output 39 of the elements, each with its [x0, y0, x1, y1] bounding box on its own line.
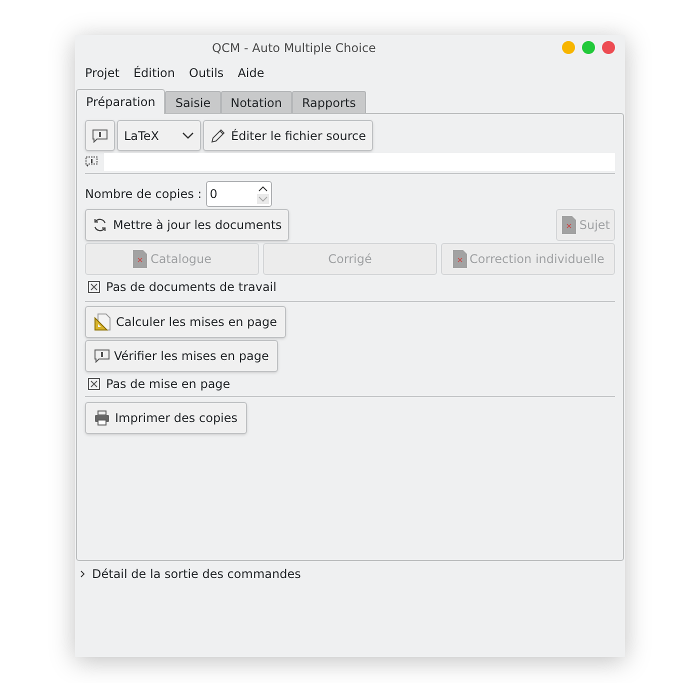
- format-value: LaTeX: [124, 128, 159, 144]
- info-button[interactable]: [85, 120, 115, 151]
- menu-item[interactable]: Projet: [78, 64, 126, 82]
- update-documents-button[interactable]: Mettre à jour les documents: [85, 209, 289, 241]
- edit-source-button[interactable]: Éditer le fichier source: [203, 120, 373, 151]
- comment-info-icon: [94, 349, 110, 363]
- refresh-icon: [92, 217, 108, 233]
- check-layouts-button[interactable]: Vérifier les mises en page: [85, 340, 278, 372]
- calculate-layouts-button[interactable]: Calculer les mises en page: [85, 306, 286, 338]
- chevron-right-icon: [79, 570, 87, 578]
- copies-value: 0: [210, 186, 218, 203]
- format-dropdown[interactable]: LaTeX: [117, 120, 201, 151]
- maximize-button[interactable]: [582, 41, 595, 54]
- printer-icon: [94, 410, 110, 426]
- layout-status: Pas de mise en page: [106, 376, 230, 393]
- menu-item[interactable]: Édition: [126, 64, 182, 82]
- output-expander[interactable]: Détail de la sortie des commandes: [79, 564, 301, 584]
- chevron-down-icon: [182, 132, 194, 140]
- tab[interactable]: Saisie: [165, 91, 221, 113]
- copies-label: Nombre de copies :: [85, 186, 202, 203]
- pencil-icon: [210, 128, 226, 144]
- document-icon: [132, 249, 148, 269]
- window-title: QCM - Auto Multiple Choice: [212, 40, 376, 56]
- tab[interactable]: Notation: [220, 91, 292, 113]
- document-icon: [452, 249, 468, 269]
- close-button[interactable]: [602, 41, 615, 54]
- set-square-icon: [94, 313, 112, 331]
- tab[interactable]: Préparation: [76, 89, 166, 114]
- copies-spinbox[interactable]: 0: [206, 181, 272, 207]
- comment-info-icon: [85, 156, 98, 168]
- tab[interactable]: Rapports: [292, 91, 366, 113]
- cross-box-icon: [88, 378, 100, 390]
- document-icon: [561, 215, 578, 235]
- menu-item[interactable]: Aide: [230, 64, 272, 82]
- documents-status: Pas de documents de travail: [106, 279, 276, 296]
- print-copies-button[interactable]: Imprimer des copies: [85, 402, 247, 434]
- menu-item[interactable]: Outils: [182, 64, 231, 82]
- comment-info-icon: [92, 128, 108, 142]
- cross-box-icon: [88, 281, 100, 293]
